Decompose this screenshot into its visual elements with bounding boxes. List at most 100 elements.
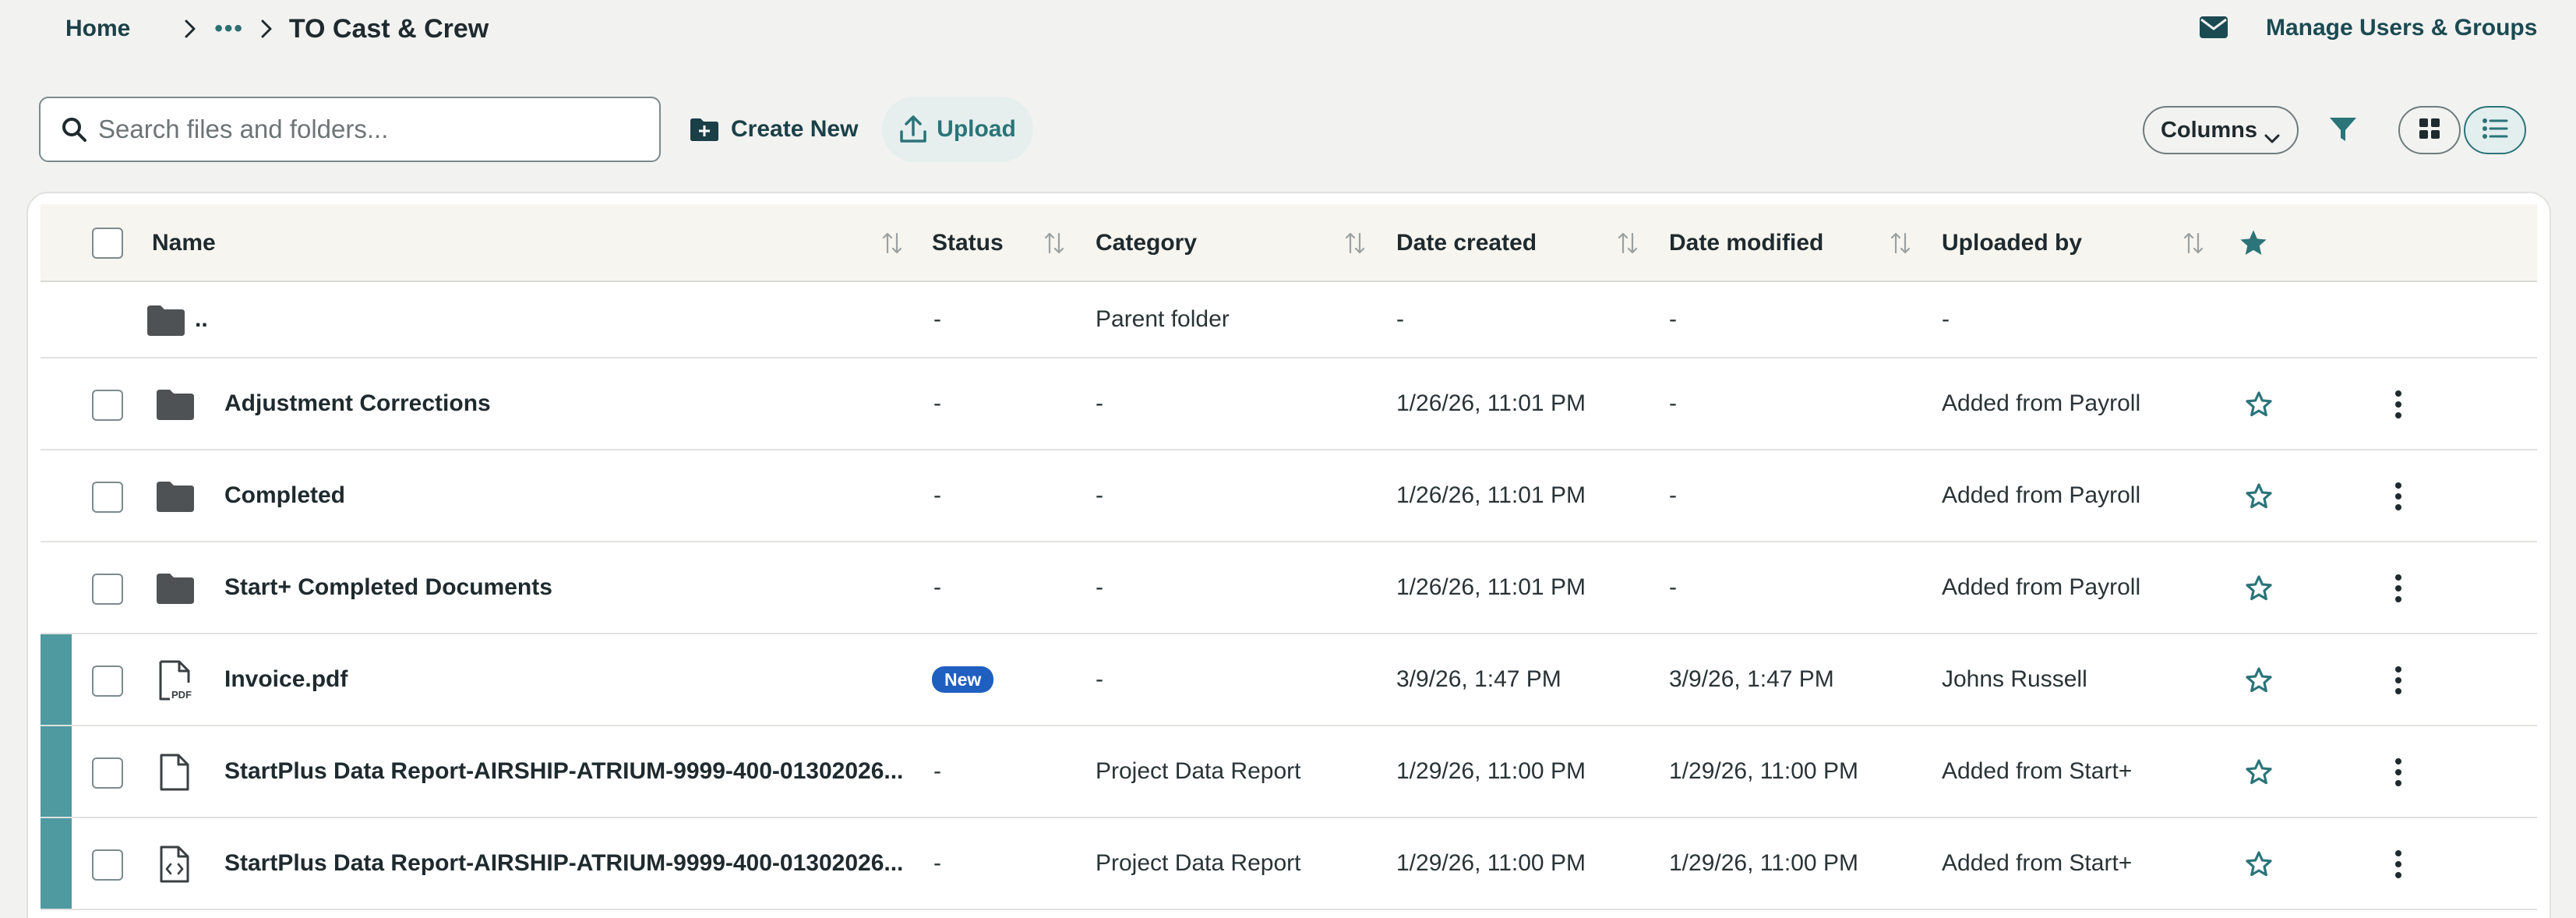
- columns-label: Columns: [2160, 117, 2258, 143]
- table-row[interactable]: Adjustment Corrections - - 1/26/26, 11:0…: [41, 358, 2537, 450]
- sort-icon[interactable]: [1345, 231, 1365, 256]
- table-row[interactable]: Completed - - 1/26/26, 11:01 PM - Added …: [41, 450, 2537, 542]
- breadcrumb: Home ••• TO Cast & Crew: [65, 11, 489, 47]
- folder-icon: [156, 388, 195, 421]
- file-category: -: [1096, 482, 1103, 508]
- more-options-icon[interactable]: [2394, 757, 2403, 787]
- file-name[interactable]: Start+ Completed Documents: [224, 542, 552, 633]
- file-date-created: 1/29/26, 11:00 PM: [1396, 850, 1586, 876]
- new-badge: New: [932, 666, 994, 693]
- select-all-checkbox[interactable]: [92, 228, 123, 259]
- file-date-created: 3/9/26, 1:47 PM: [1396, 666, 1561, 692]
- file-name: ..: [195, 306, 208, 332]
- file-status: New: [932, 634, 994, 725]
- create-new-label: Create New: [731, 116, 859, 142]
- column-header-date-modified[interactable]: Date modified: [1669, 204, 1823, 282]
- column-header-uploaded-by[interactable]: Uploaded by: [1942, 204, 2082, 282]
- file-status: -: [933, 574, 941, 600]
- table-row[interactable]: Start+ Completed Documents - - 1/26/26, …: [41, 542, 2537, 634]
- folder-icon: [156, 572, 195, 605]
- file-category: Project Data Report: [1096, 850, 1301, 876]
- sort-icon[interactable]: [1618, 231, 1638, 256]
- view-toggle: [2398, 106, 2526, 154]
- sort-icon[interactable]: [1890, 231, 1911, 256]
- file-category: Project Data Report: [1096, 758, 1301, 784]
- file-manager: Home ••• TO Cast & Crew Manage Users & G…: [0, 0, 2576, 918]
- column-header-category[interactable]: Category: [1096, 204, 1197, 282]
- file-date-created: -: [1396, 306, 1404, 332]
- favorite-star-icon[interactable]: [2244, 757, 2274, 787]
- manage-users-groups-link[interactable]: Manage Users & Groups: [2266, 12, 2537, 44]
- star-filled-icon[interactable]: [2238, 228, 2269, 259]
- parent-folder-row[interactable]: .. - Parent folder - - -: [41, 282, 2537, 358]
- file-uploaded-by: Added from Start+: [1942, 850, 2133, 876]
- file-name[interactable]: Invoice.pdf: [224, 634, 348, 725]
- file-uploaded-by: Added from Payroll: [1942, 574, 2141, 600]
- file-status: -: [933, 306, 941, 332]
- folder-plus-icon: [689, 116, 720, 143]
- favorite-star-icon[interactable]: [2244, 390, 2274, 419]
- row-new-indicator: [41, 726, 72, 817]
- file-name[interactable]: Completed: [224, 450, 345, 541]
- row-checkbox[interactable]: [92, 574, 123, 605]
- sort-icon[interactable]: [2183, 231, 2204, 256]
- row-new-indicator: [41, 634, 72, 725]
- more-options-icon[interactable]: [2394, 390, 2403, 419]
- file-uploaded-by: Added from Payroll: [1942, 482, 2141, 508]
- filter-icon[interactable]: [2327, 112, 2359, 147]
- column-header-status[interactable]: Status: [932, 204, 1004, 282]
- table-row[interactable]: StartPlus Data Report-AIRSHIP-ATRIUM-999…: [41, 726, 2537, 818]
- row-checkbox[interactable]: [92, 849, 123, 881]
- file-date-modified: 3/9/26, 1:47 PM: [1669, 666, 1834, 692]
- file-uploaded-by: Added from Payroll: [1942, 390, 2141, 416]
- file-name[interactable]: Adjustment Corrections: [224, 358, 491, 449]
- row-checkbox[interactable]: [92, 390, 123, 421]
- table-row[interactable]: StartPlus Data Report-AIRSHIP-ATRIUM-999…: [41, 818, 2537, 910]
- more-options-icon[interactable]: [2394, 666, 2403, 695]
- file-date-modified: 1/29/26, 11:00 PM: [1669, 758, 1858, 784]
- svg-text:PDF: PDF: [171, 689, 192, 701]
- favorite-star-icon[interactable]: [2244, 482, 2274, 511]
- search-icon: [61, 116, 87, 143]
- file-status: -: [933, 850, 941, 876]
- search-input[interactable]: [98, 115, 628, 144]
- column-header-name[interactable]: Name: [152, 204, 216, 282]
- favorite-star-icon[interactable]: [2244, 574, 2274, 603]
- create-new-button[interactable]: Create New: [689, 101, 858, 157]
- upload-label: Upload: [937, 116, 1016, 142]
- favorite-star-icon[interactable]: [2244, 666, 2274, 695]
- file-name[interactable]: StartPlus Data Report-AIRSHIP-ATRIUM-999…: [224, 818, 903, 909]
- mail-icon[interactable]: [2199, 14, 2228, 41]
- file-date-created: 1/26/26, 11:01 PM: [1396, 574, 1586, 600]
- favorite-star-icon[interactable]: [2244, 849, 2274, 879]
- file-date-modified: -: [1669, 390, 1677, 416]
- upload-button[interactable]: Upload: [882, 97, 1033, 162]
- breadcrumb-ellipsis[interactable]: •••: [214, 16, 244, 42]
- file-date-modified: -: [1669, 306, 1677, 332]
- list-icon: [2482, 118, 2508, 143]
- more-options-icon[interactable]: [2394, 574, 2403, 603]
- file-date-created: 1/26/26, 11:01 PM: [1396, 482, 1586, 508]
- file-category: -: [1096, 666, 1103, 692]
- file-uploaded-by: Added from Start+: [1942, 758, 2133, 784]
- grid-view-button[interactable]: [2398, 106, 2461, 154]
- row-checkbox[interactable]: [92, 757, 123, 789]
- file-date-created: 1/26/26, 11:01 PM: [1396, 390, 1586, 416]
- table-row[interactable]: PDF Invoice.pdf New - 3/9/26, 1:47 PM 3/…: [41, 634, 2537, 726]
- sort-icon[interactable]: [1044, 231, 1064, 256]
- file-date-modified: -: [1669, 574, 1677, 600]
- sort-icon[interactable]: [882, 231, 902, 256]
- code-file-icon: [157, 845, 192, 884]
- column-header-date-created[interactable]: Date created: [1396, 204, 1537, 282]
- pdf-file-icon: PDF: [156, 659, 196, 701]
- file-uploaded-by: Johns Russell: [1942, 666, 2087, 692]
- more-options-icon[interactable]: [2394, 482, 2403, 511]
- row-checkbox[interactable]: [92, 482, 123, 513]
- row-checkbox[interactable]: [92, 666, 123, 697]
- file-name[interactable]: StartPlus Data Report-AIRSHIP-ATRIUM-999…: [224, 726, 903, 817]
- breadcrumb-home[interactable]: Home: [65, 16, 130, 42]
- more-options-icon[interactable]: [2394, 849, 2403, 879]
- columns-button[interactable]: Columns: [2143, 106, 2299, 154]
- list-view-button[interactable]: [2464, 106, 2526, 154]
- breadcrumb-current: TO Cast & Crew: [288, 13, 489, 44]
